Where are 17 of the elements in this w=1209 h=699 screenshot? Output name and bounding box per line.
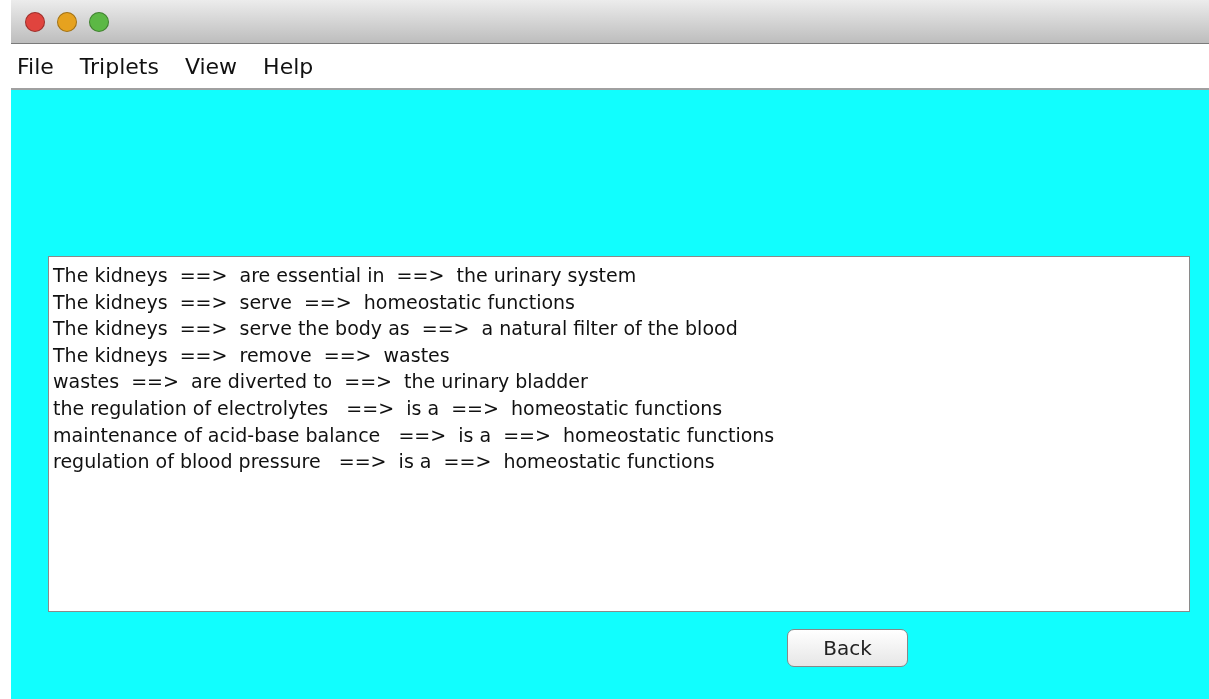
triplet-line: the regulation of electrolytes ==> is a ==> homeostatic functions: [53, 395, 724, 421]
triplet-line: The kidneys ==> serve ==> homeostatic functions: [53, 289, 576, 315]
triplet-line: maintenance of acid-base balance ==> is a ==> homeostatic functions: [53, 422, 776, 448]
menu-item[interactable]: Triplets: [79, 53, 175, 79]
triplet-line: The kidneys ==> serve the body as ==> a natural filter of the blood: [53, 316, 739, 342]
triplet-line: wastes ==> are diverted to ==> the urinary bladder: [53, 369, 589, 395]
menu-item[interactable]: File: [17, 53, 70, 79]
menu-item[interactable]: View: [184, 53, 254, 79]
text-area[interactable]: [48, 256, 1190, 612]
window-control-button[interactable]: [25, 11, 45, 32]
triplet-line: The kidneys ==> remove ==> wastes: [53, 342, 451, 368]
window-control-button[interactable]: [89, 11, 109, 32]
triplet-line: The kidneys ==> are essential in ==> the urinary system: [53, 263, 638, 288]
window-control-button[interactable]: [57, 11, 77, 32]
back-button[interactable]: Back: [787, 629, 908, 667]
menu-item[interactable]: Help: [263, 53, 330, 79]
triplet-line: regulation of blood pressure ==> is a ==> homeostatic functions: [53, 449, 716, 475]
